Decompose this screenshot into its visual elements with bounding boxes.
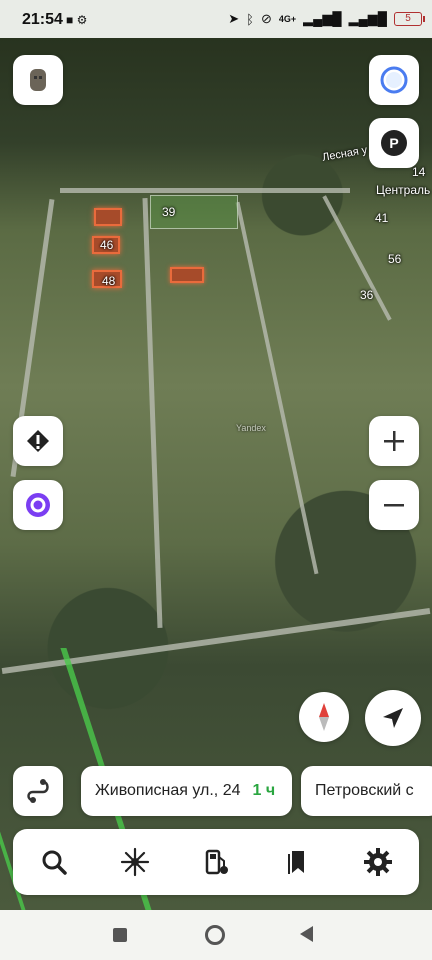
house-number-41: 41	[375, 211, 389, 225]
profile-button[interactable]	[13, 55, 63, 105]
home-button[interactable]	[205, 925, 225, 945]
alice-button[interactable]	[369, 55, 419, 105]
compass-button[interactable]	[299, 692, 349, 742]
street-label-forest: Лесная у	[321, 144, 369, 164]
house-number-56: 56	[388, 252, 402, 266]
gas-station-icon	[205, 849, 228, 875]
svg-text:P: P	[389, 135, 398, 151]
zoom-in-button[interactable]	[369, 416, 419, 466]
alice-voice-button[interactable]	[13, 480, 63, 530]
house-number-36: 36	[360, 288, 374, 302]
bookmarks-icon	[288, 851, 305, 874]
zoom-out-button[interactable]	[369, 480, 419, 530]
bookmarks-button[interactable]	[272, 837, 322, 887]
route-address: Петровский с	[315, 782, 414, 799]
house-number-39: 39	[162, 205, 176, 219]
signal-icon: ▂▄▆█	[303, 11, 342, 26]
status-bar: 21:54 ■ ⚙ ➤ ᛒ ⊘ 4G+ ▂▄▆█ ▂▄▆█ 5	[0, 0, 432, 38]
house-number-14: 14	[412, 165, 426, 179]
recent-apps-button[interactable]	[113, 928, 127, 942]
profile-avatar-icon	[30, 69, 46, 91]
plus-icon	[384, 431, 404, 451]
notification-icons: ■ ⚙	[66, 13, 88, 27]
search-icon	[42, 850, 67, 875]
road-event-icon	[27, 430, 49, 452]
road-middle	[142, 198, 163, 628]
mute-icon: ⊘	[260, 11, 272, 26]
house-roof	[170, 267, 204, 283]
network-type: 4G+	[278, 14, 297, 24]
alice-voice-icon	[26, 493, 50, 517]
route-duration: 1 ч	[252, 782, 276, 799]
house-roof	[94, 208, 122, 226]
minus-icon	[384, 504, 404, 507]
road-right	[235, 201, 319, 575]
signal-icon-2: ▂▄▆█	[348, 11, 387, 26]
alice-icon	[380, 66, 408, 94]
road-top	[60, 188, 350, 193]
location-arrow-icon	[383, 708, 403, 728]
gear-icon	[364, 848, 393, 876]
battery-icon: 5	[394, 12, 425, 26]
house-number-46: 46	[100, 238, 114, 252]
discover-icon	[120, 847, 149, 877]
bottom-toolbar	[13, 829, 419, 895]
house-number-48: 48	[102, 274, 116, 288]
location-status-icon: ➤	[228, 11, 240, 26]
route-address: Живописная ул., 24	[95, 782, 241, 799]
saved-route-chip-2[interactable]: Петровский с	[301, 766, 432, 816]
bluetooth-icon: ᛒ	[246, 11, 254, 27]
system-nav-bar	[0, 910, 432, 960]
status-time: 21:54	[22, 11, 63, 28]
street-label-central: Централь	[376, 183, 431, 197]
settings-button[interactable]	[353, 837, 403, 887]
map-watermark: Yandex	[236, 423, 266, 433]
search-button[interactable]	[29, 837, 79, 887]
parking-icon: P	[381, 130, 407, 156]
saved-route-chip[interactable]: Живописная ул., 24 1 ч	[81, 766, 292, 816]
my-location-button[interactable]	[365, 690, 421, 746]
parking-button[interactable]: P	[369, 118, 419, 168]
compass-icon	[319, 703, 329, 731]
gas-station-button[interactable]	[191, 837, 241, 887]
route-icon	[27, 779, 49, 803]
back-button[interactable]	[300, 926, 313, 942]
road-event-button[interactable]	[13, 416, 63, 466]
route-button[interactable]	[13, 766, 63, 816]
discover-button[interactable]	[110, 837, 160, 887]
status-right: ➤ ᛒ ⊘ 4G+ ▂▄▆█ ▂▄▆█ 5	[228, 11, 425, 27]
